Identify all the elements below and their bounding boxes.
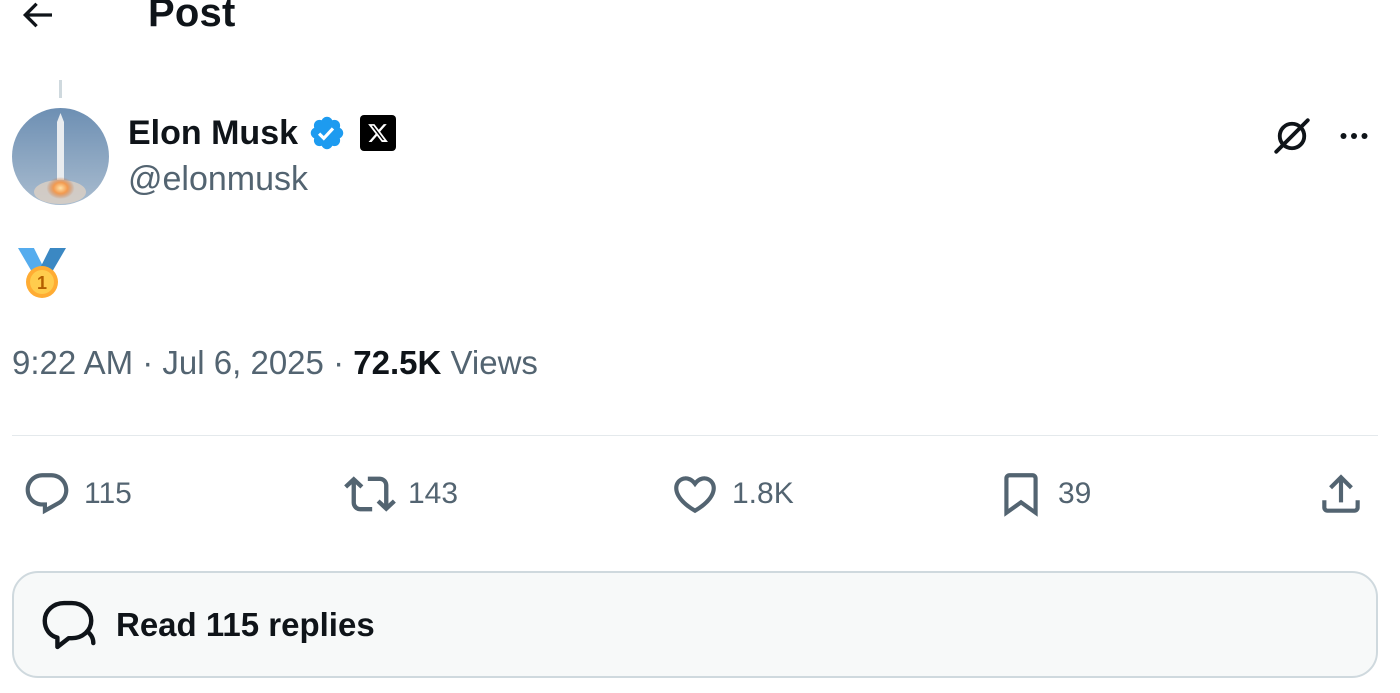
affiliation-badge[interactable] [360,115,397,151]
repost-button[interactable]: 143 [344,466,458,522]
like-count: 1.8K [732,477,794,510]
views-count: 72.5K [353,344,442,381]
svg-text:1: 1 [37,273,47,293]
bookmark-count: 39 [1058,477,1092,510]
reply-count: 115 [84,477,132,510]
grok-button[interactable] [1268,112,1316,160]
share-button[interactable] [1316,466,1366,522]
share-icon [1322,474,1360,513]
post-time[interactable]: 9:22 AM [12,344,133,381]
post-text: 1 [14,246,70,302]
repost-icon [344,476,396,512]
author-name-row: Elon Musk [128,112,397,154]
conversation-icon-wrap [36,593,100,657]
conversation-icon [42,600,96,649]
meta-separator: · [333,344,345,381]
more-options-button[interactable] [1330,112,1378,160]
bookmark-button[interactable]: 39 [996,466,1091,522]
post-date[interactable]: Jul 6, 2025 [162,344,323,381]
read-replies-label: Read 115 replies [116,605,375,643]
read-replies-button[interactable]: Read 115 replies [12,571,1378,678]
header: Post [0,0,1400,40]
reply-icon [25,473,69,515]
author-display-name[interactable]: Elon Musk [128,114,298,153]
post-meta: 9:22 AM · Jul 6, 2025 · 72.5K Views [12,344,538,382]
back-button[interactable] [14,0,60,38]
author-handle[interactable]: @elonmusk [128,160,308,199]
reply-button[interactable]: 115 [22,466,132,522]
heart-icon [674,476,716,514]
thread-connector-line [59,80,62,98]
divider [12,435,1378,436]
grok-icon [1274,118,1310,154]
first-place-medal-icon: 1 [18,248,66,298]
verified-badge-icon[interactable] [308,114,346,152]
page-title: Post [148,0,236,35]
arrow-left-icon [22,2,52,28]
x-logo-icon [368,124,388,142]
repost-count: 143 [408,477,459,510]
views-label: Views [450,344,538,381]
avatar-image [12,108,109,205]
avatar[interactable] [12,108,109,205]
like-button[interactable]: 1.8K [670,466,794,522]
more-horizontal-icon [1340,133,1368,139]
bookmark-icon [1004,473,1038,517]
meta-separator: · [142,344,154,381]
